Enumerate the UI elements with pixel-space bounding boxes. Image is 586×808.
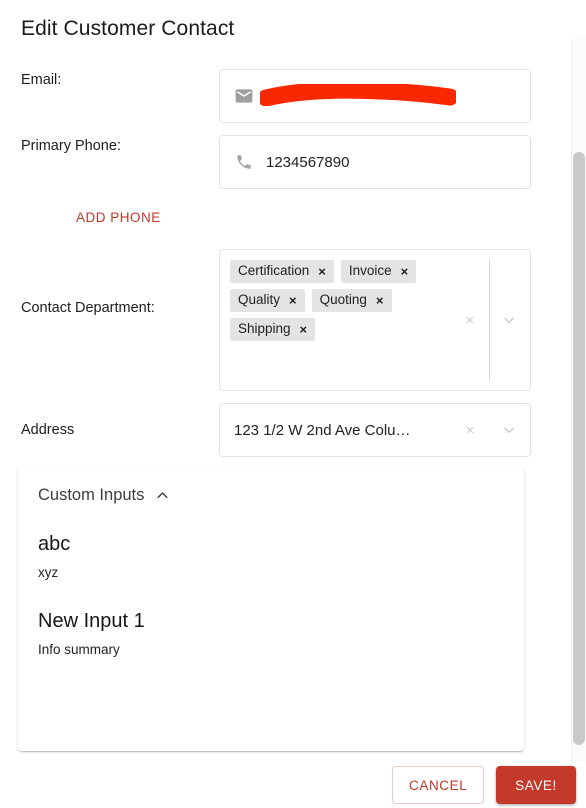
custom-input-name: abc [38,533,71,555]
chip-label: Quality [238,292,281,307]
custom-input-description: xyz [38,565,59,580]
primary-phone-field[interactable]: 1234567890 [219,135,531,189]
clear-icon[interactable]: × [457,313,483,328]
envelope-icon [234,86,254,106]
custom-input-description: Info summary [38,642,120,657]
chip-label: Quoting [319,292,367,307]
email-label: Email: [21,72,62,88]
chip[interactable]: Quality × [230,289,305,312]
contact-department-select[interactable]: Certification × Invoice × Quality × Quot… [219,249,531,391]
address-select[interactable]: 123 1/2 W 2nd Ave Colu… × [219,403,531,457]
chip-remove-icon[interactable]: × [401,265,409,278]
chevron-up-icon[interactable] [155,488,170,503]
address-label: Address [21,422,75,438]
phone-icon [234,152,254,172]
contact-department-control: Certification × Invoice × Quality × Quot… [219,249,531,391]
address-tools: × [457,420,530,440]
custom-input-item: abc xyz [38,531,504,582]
chevron-down-icon[interactable] [498,313,520,327]
chip-remove-icon[interactable]: × [318,265,326,278]
contact-department-chips: Certification × Invoice × Quality × Quot… [220,250,457,390]
chip-remove-icon[interactable]: × [300,323,308,336]
email-redaction-mark [260,84,456,106]
page-title: Edit Customer Contact [21,17,235,40]
email-control [219,69,531,123]
contact-department-label: Contact Department: [21,300,155,316]
custom-inputs-title: Custom Inputs [38,486,145,504]
chip[interactable]: Shipping × [230,318,316,341]
chip-label: Certification [238,263,310,278]
custom-inputs-body: abc xyz New Input 1 Info summary [18,505,524,659]
address-value: 123 1/2 W 2nd Ave Colu… [234,421,411,439]
custom-inputs-header[interactable]: Custom Inputs [18,466,524,505]
custom-inputs-panel: Custom Inputs abc xyz New Input 1 Info s… [18,466,524,751]
chip-label: Invoice [348,263,392,278]
divider [489,260,490,380]
custom-input-name: New Input 1 [38,610,145,632]
cancel-button[interactable]: CANCEL [392,766,484,804]
contact-department-row: Contact Department: Certification × Invo… [21,249,531,391]
clear-icon[interactable]: × [457,423,483,438]
custom-input-item: New Input 1 Info summary [38,608,504,659]
primary-phone-control: 1234567890 [219,135,531,189]
email-field[interactable] [219,69,531,123]
chip[interactable]: Quoting × [311,289,392,312]
add-phone-button[interactable]: ADD PHONE [76,210,161,225]
contact-department-tools: × [457,250,530,390]
primary-phone-label: Primary Phone: [21,138,121,154]
scrollbar-thumb[interactable] [573,152,585,745]
address-control: 123 1/2 W 2nd Ave Colu… × [219,403,531,457]
primary-phone-row: Primary Phone: 1234567890 [21,135,531,189]
primary-phone-value: 1234567890 [266,153,350,171]
chevron-down-icon[interactable] [498,423,520,437]
edit-customer-contact-dialog: Edit Customer Contact Email: Primary Pho… [0,0,586,808]
chip[interactable]: Invoice × [340,260,417,283]
chip-remove-icon[interactable]: × [289,294,297,307]
chip-remove-icon[interactable]: × [376,294,384,307]
chip-label: Shipping [238,321,291,336]
save-button[interactable]: SAVE! [496,766,576,804]
address-row: Address 123 1/2 W 2nd Ave Colu… × [21,403,531,457]
chip[interactable]: Certification × [230,260,334,283]
email-row: Email: [21,69,531,123]
